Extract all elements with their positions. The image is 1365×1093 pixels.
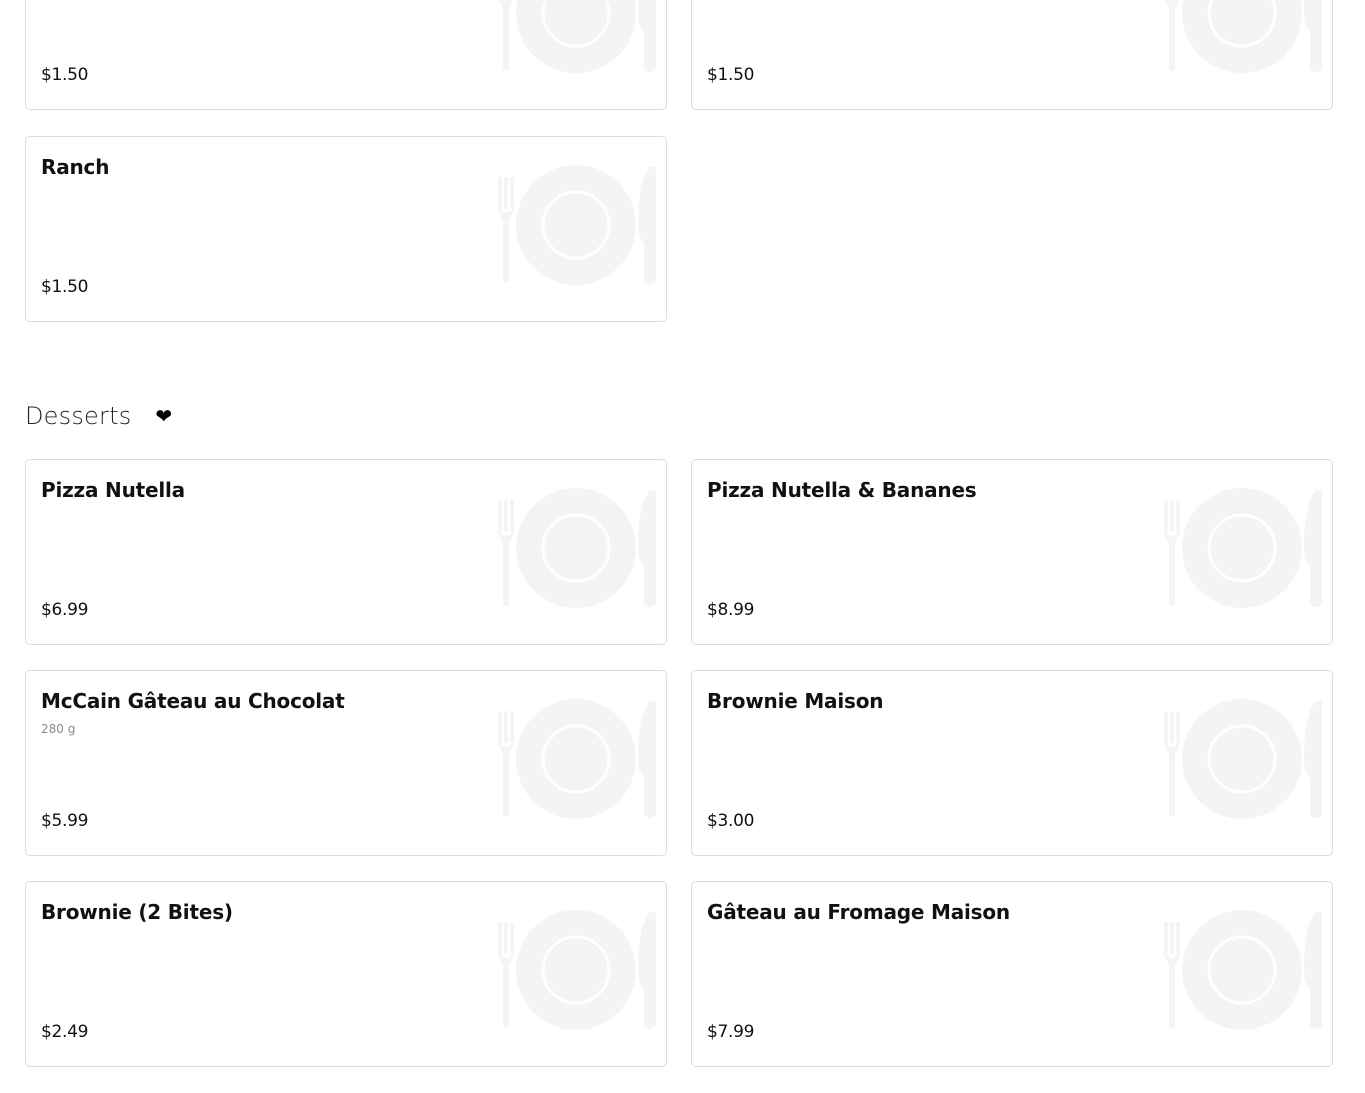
section-header-desserts: Desserts ❤ [25, 396, 172, 436]
plate-cutlery-icon [1156, 908, 1322, 1032]
menu-item-card[interactable]: $1.50 [25, 0, 667, 110]
menu-item-card[interactable]: Pizza Nutella & Bananes $8.99 [691, 459, 1333, 645]
menu-item-name: Brownie (2 Bites) [41, 900, 233, 924]
menu-item-price: $1.50 [41, 277, 89, 297]
plate-cutlery-icon [490, 908, 656, 1032]
plate-cutlery-icon [1156, 697, 1322, 821]
plate-cutlery-icon [1156, 0, 1322, 75]
menu-item-card[interactable]: Ranch $1.50 [25, 136, 667, 322]
plate-cutlery-icon [490, 163, 656, 287]
plate-cutlery-icon [490, 486, 656, 610]
section-title: Desserts [25, 402, 132, 430]
menu-item-card[interactable]: Brownie (2 Bites) $2.49 [25, 881, 667, 1067]
menu-item-price: $1.50 [707, 65, 755, 85]
menu-item-description: 280 g [41, 722, 76, 736]
menu-item-card[interactable]: Pizza Nutella $6.99 [25, 459, 667, 645]
menu-item-card[interactable]: McCain Gâteau au Chocolat 280 g $5.99 [25, 670, 667, 856]
menu-item-name: Pizza Nutella & Bananes [707, 478, 977, 502]
menu-item-card[interactable]: Brownie Maison $3.00 [691, 670, 1333, 856]
menu-item-name: Brownie Maison [707, 689, 884, 713]
heart-icon[interactable]: ❤ [155, 406, 172, 426]
menu-item-price: $1.50 [41, 65, 89, 85]
menu-item-card[interactable]: Gâteau au Fromage Maison $7.99 [691, 881, 1333, 1067]
menu-page: $1.50 $1.50 Ranch $1.50 Desserts ❤ Pizza… [0, 0, 1365, 1093]
menu-item-name: Pizza Nutella [41, 478, 185, 502]
menu-item-price: $8.99 [707, 600, 755, 620]
menu-item-price: $2.49 [41, 1022, 89, 1042]
menu-item-price: $6.99 [41, 600, 89, 620]
plate-cutlery-icon [1156, 486, 1322, 610]
menu-item-price: $3.00 [707, 811, 755, 831]
menu-item-name: McCain Gâteau au Chocolat [41, 689, 345, 713]
plate-cutlery-icon [490, 0, 656, 75]
menu-item-name: Gâteau au Fromage Maison [707, 900, 1010, 924]
plate-cutlery-icon [490, 697, 656, 821]
menu-item-price: $5.99 [41, 811, 89, 831]
menu-item-name: Ranch [41, 155, 110, 179]
menu-item-price: $7.99 [707, 1022, 755, 1042]
menu-item-card[interactable]: $1.50 [691, 0, 1333, 110]
